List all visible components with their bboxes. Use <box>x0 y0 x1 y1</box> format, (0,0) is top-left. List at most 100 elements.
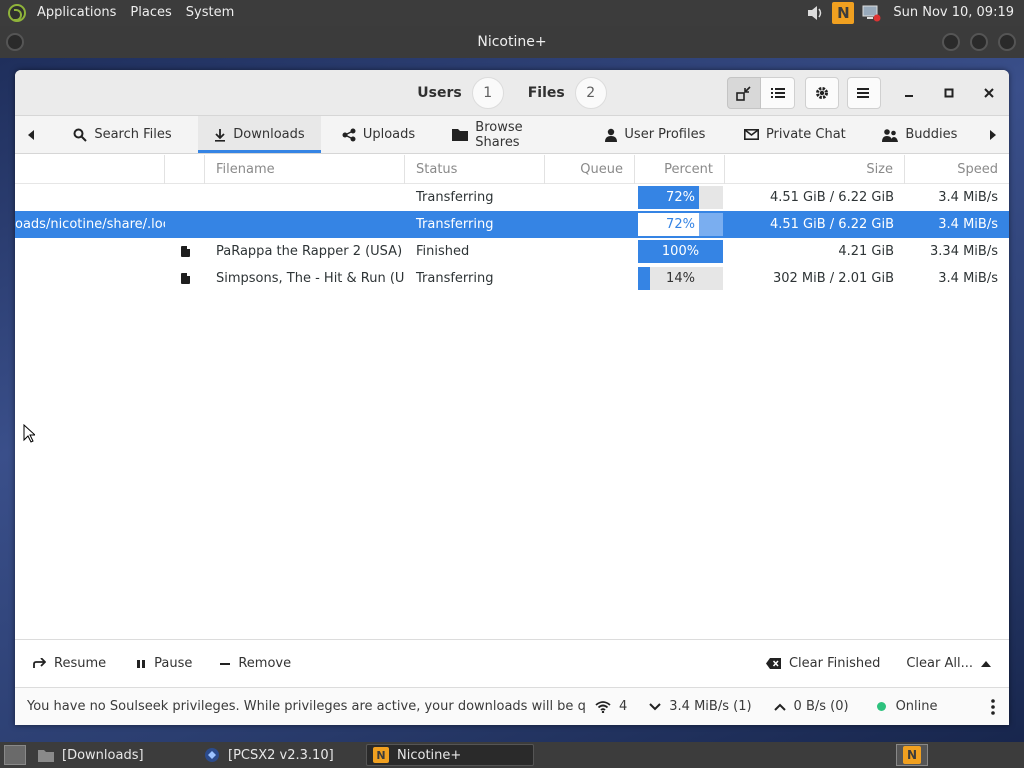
download-speed-indicator[interactable]: 3.4 MiB/s (1) <box>649 699 752 714</box>
hamburger-icon <box>857 88 869 98</box>
clear-all-label: Clear All... <box>906 656 973 671</box>
column-status[interactable]: Status <box>405 155 545 184</box>
clock[interactable]: Sun Nov 10, 09:19 <box>885 0 1024 26</box>
tabs-scroll-left[interactable] <box>15 116 47 153</box>
column-size[interactable]: Size <box>725 155 905 184</box>
tab-label: Uploads <box>362 127 416 142</box>
column-speed[interactable]: Speed <box>905 155 1009 184</box>
column-icon[interactable] <box>165 155 205 184</box>
taskbar-item-nicotine[interactable]: N Nicotine+ <box>366 744 534 766</box>
resume-button[interactable]: Resume <box>33 656 106 671</box>
tab-user-profiles[interactable]: User Profiles <box>584 116 727 153</box>
row-user <box>15 184 165 211</box>
main-tabs: Search Files Downloads Uploads Browse Sh… <box>15 116 1009 154</box>
minus-icon <box>220 659 231 669</box>
chevron-left-icon <box>27 129 34 140</box>
preferences-button[interactable] <box>805 77 839 109</box>
column-percent[interactable]: Percent <box>635 155 725 184</box>
download-speed: 3.4 MiB/s (1) <box>669 699 752 714</box>
row-status: Finished <box>416 244 470 259</box>
table-body: Transferring 72% 4.51 GiB / 6.22 GiB 3.4 Mi… <box>15 184 1009 292</box>
remove-label: Remove <box>238 656 292 671</box>
close-icon <box>984 88 994 98</box>
files-label: Files <box>527 84 565 101</box>
tabs-scroll-right[interactable] <box>977 116 1009 153</box>
online-status-icon <box>876 702 886 711</box>
group-view-button[interactable] <box>727 77 761 109</box>
maximize-window-button[interactable] <box>970 33 988 51</box>
taskbar-item-pcsx2[interactable]: [PCSX2 v2.3.10] <box>198 744 360 766</box>
maximize-button[interactable] <box>929 77 969 109</box>
tab-search-files[interactable]: Search Files <box>47 116 198 153</box>
column-user[interactable] <box>15 155 165 184</box>
pause-button[interactable]: Pause <box>136 656 192 671</box>
tab-browse-shares[interactable]: Browse Shares <box>436 116 583 153</box>
mouse-cursor-icon <box>23 424 35 443</box>
row-status: Transferring <box>416 190 494 205</box>
files-count: 2 <box>574 76 607 109</box>
column-filename[interactable]: Filename <box>205 155 405 184</box>
progress-text: 72% <box>666 217 695 232</box>
workspace-switcher[interactable]: N <box>896 744 928 766</box>
tab-private-chat[interactable]: Private Chat <box>727 116 862 153</box>
main-menu-button[interactable] <box>847 77 881 109</box>
row-user <box>15 265 165 292</box>
row-percent: 100% <box>635 238 725 265</box>
clear-all-button[interactable]: Clear All... <box>906 656 991 671</box>
taskbar-label: [PCSX2 v2.3.10] <box>228 747 334 763</box>
places-menu[interactable]: Places <box>123 0 178 26</box>
redo-arrow-icon <box>33 658 46 669</box>
download-icon <box>214 128 226 142</box>
row-status: Transferring <box>416 271 494 286</box>
row-percent: 14% <box>635 265 725 292</box>
clear-finished-label: Clear Finished <box>788 656 881 671</box>
downloads-table[interactable]: Filename Status Queue Percent Size Speed… <box>15 155 1009 640</box>
connections-indicator[interactable]: 4 <box>595 699 627 714</box>
mate-logo-icon[interactable] <box>8 4 26 22</box>
nicotine-tray-icon[interactable]: N <box>832 2 855 24</box>
tab-buddies[interactable]: Buddies <box>863 116 978 153</box>
network-icon[interactable] <box>860 2 882 24</box>
mail-icon <box>743 129 759 140</box>
close-window-button[interactable] <box>998 33 1016 51</box>
upload-speed-indicator[interactable]: 0 B/s (0) <box>773 699 849 714</box>
row-speed: 3.4 MiB/s <box>938 271 998 286</box>
users-count: 1 <box>471 76 504 109</box>
close-button[interactable] <box>969 77 1009 109</box>
clear-finished-button[interactable]: Clear Finished <box>765 656 881 671</box>
column-queue[interactable]: Queue <box>545 155 635 184</box>
table-row[interactable]: Simpsons, The - Hit & Run (USA) Transferr… <box>15 265 1009 292</box>
row-user: oads/nicotine/share/.local/sha <box>15 217 165 232</box>
table-row[interactable]: PaRappa the Rapper 2 (USA) (En,Fr,De,Es,… <box>15 238 1009 265</box>
tab-label: Downloads <box>233 127 305 142</box>
window-menu-button[interactable] <box>6 33 24 51</box>
window-title: Nicotine+ <box>477 34 547 50</box>
table-row[interactable]: Transferring 72% 4.51 GiB / 6.22 GiB 3.4 Mi… <box>15 184 1009 211</box>
table-row[interactable]: oads/nicotine/share/.local/sha Transferri… <box>15 211 1009 238</box>
remove-button[interactable]: Remove <box>220 656 291 671</box>
row-size: 4.21 GiB <box>838 244 894 259</box>
applications-menu[interactable]: Applications <box>30 0 123 26</box>
window-title-bar[interactable]: Nicotine+ <box>0 26 1024 58</box>
status-menu-button[interactable] <box>991 698 995 715</box>
show-desktop-button[interactable] <box>4 745 26 765</box>
taskbar-item-downloads[interactable]: [Downloads] <box>32 744 192 766</box>
row-size: 4.51 GiB / 6.22 GiB <box>769 190 894 205</box>
list-view-button[interactable] <box>761 77 795 109</box>
row-size: 302 MiB / 2.01 GiB <box>772 271 894 286</box>
system-menu[interactable]: System <box>179 0 241 26</box>
progress-bar: 72% <box>638 186 723 209</box>
tab-label: Buddies <box>905 127 958 142</box>
row-filename: Simpsons, The - Hit & Run (USA) <box>216 271 405 286</box>
tab-label: Private Chat <box>765 127 846 142</box>
volume-icon[interactable] <box>804 2 826 24</box>
progress-bar: 72% <box>638 213 723 236</box>
minimize-window-button[interactable] <box>942 33 960 51</box>
tab-downloads[interactable]: Downloads <box>198 116 321 153</box>
tab-uploads[interactable]: Uploads <box>321 116 437 153</box>
tab-label: Browse Shares <box>475 119 523 150</box>
connection-status[interactable]: Online <box>876 699 938 714</box>
upload-speed: 0 B/s (0) <box>793 699 849 714</box>
connections-count: 4 <box>619 699 628 714</box>
minimize-button[interactable] <box>889 77 929 109</box>
